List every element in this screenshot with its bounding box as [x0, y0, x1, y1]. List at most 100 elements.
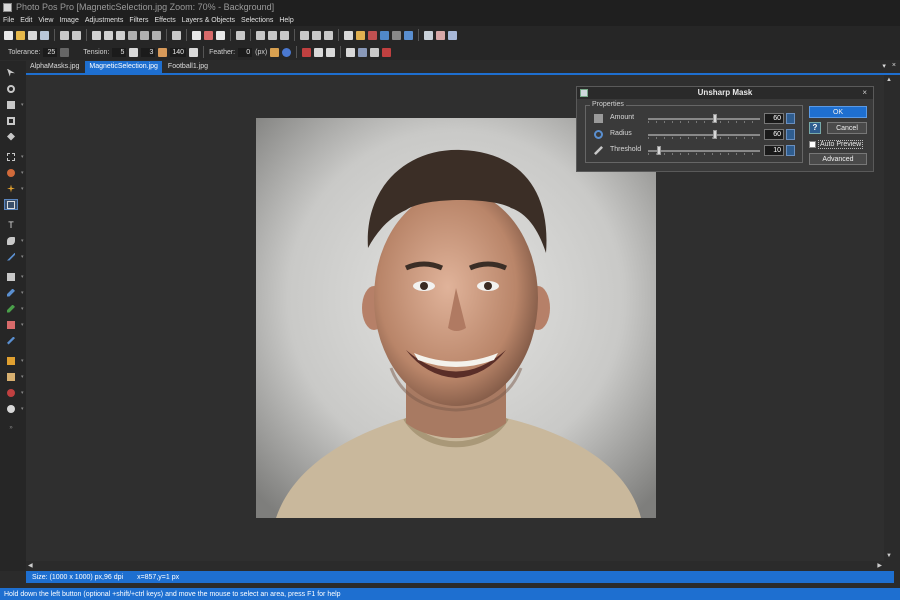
vertical-scrollbar[interactable]: ▲ ▼	[884, 75, 894, 561]
radius-spinner[interactable]	[786, 129, 795, 140]
fill-tool[interactable]: ▾	[4, 271, 24, 282]
width-input[interactable]: 3	[141, 47, 156, 57]
ok-button[interactable]: OK	[809, 106, 867, 118]
color-balance-icon[interactable]	[356, 30, 365, 40]
lasso-tool[interactable]: ▾	[4, 167, 24, 178]
tolerance-input[interactable]: 25	[43, 47, 58, 57]
close-icon[interactable]: ×	[862, 88, 867, 97]
tab-magneticselection[interactable]: MagneticSelection.jpg	[85, 61, 162, 73]
selection-layer-icon[interactable]	[358, 47, 368, 57]
sharpen-icon[interactable]	[300, 30, 309, 40]
frequency-icon[interactable]	[158, 47, 168, 57]
contrast-icon[interactable]	[344, 30, 353, 40]
image-frames-icon[interactable]	[448, 30, 457, 40]
brightness-icon[interactable]	[312, 30, 321, 40]
menu-selections[interactable]: Selections	[241, 17, 273, 24]
select-all-icon[interactable]	[192, 30, 201, 40]
selection-mode-icon[interactable]	[302, 47, 312, 57]
cut-icon[interactable]	[92, 30, 101, 40]
pencil-tool[interactable]: ▾	[4, 303, 24, 314]
brush-size-icon[interactable]	[129, 47, 139, 57]
menu-file[interactable]: File	[3, 17, 14, 24]
deselect-icon[interactable]	[204, 30, 213, 40]
horizontal-scrollbar[interactable]: ◀ ▶	[26, 561, 884, 571]
amount-slider-thumb[interactable]	[713, 114, 718, 123]
auto-preview-check-box[interactable]	[809, 141, 816, 148]
feather-preset-icon[interactable]	[270, 47, 280, 57]
drop-icon[interactable]	[392, 30, 401, 40]
dialog-title-bar[interactable]: Unsharp Mask ×	[577, 87, 873, 99]
help-button[interactable]: ?	[809, 122, 821, 134]
radius-input[interactable]: 60	[764, 129, 784, 140]
cancel-button[interactable]: Cancel	[827, 122, 867, 134]
image-effects-icon[interactable]	[436, 30, 445, 40]
amount-slider-track[interactable]	[648, 118, 760, 120]
pan-tool[interactable]: ▾	[4, 99, 24, 110]
radius-slider-thumb[interactable]	[713, 130, 718, 139]
menu-layers-objects[interactable]: Layers & Objects	[182, 17, 235, 24]
menu-image[interactable]: Image	[59, 17, 78, 24]
menu-filters[interactable]: Filters	[129, 17, 148, 24]
rotate-icon[interactable]	[280, 30, 289, 40]
tolerance-slider-icon[interactable]	[60, 47, 70, 57]
levels-icon[interactable]	[256, 30, 265, 40]
edge-contrast-icon[interactable]	[189, 47, 199, 57]
brush-tool[interactable]: ▾	[4, 287, 24, 298]
selection-shape-icon[interactable]	[346, 47, 356, 57]
eyedropper-tool[interactable]	[4, 335, 18, 346]
threshold-slider-track[interactable]	[648, 150, 760, 152]
rect-select-tool[interactable]: ▾	[4, 151, 24, 162]
selection-mask-icon[interactable]	[370, 47, 380, 57]
crop-icon[interactable]	[172, 30, 181, 40]
save-icon[interactable]	[28, 30, 37, 40]
red-eye-tool[interactable]: ▾	[4, 387, 24, 398]
copy-merged-icon[interactable]	[128, 30, 137, 40]
shape-tool[interactable]: ▾	[4, 235, 24, 246]
selection-intersect-icon[interactable]	[326, 47, 336, 57]
zoom-tool[interactable]	[4, 83, 18, 94]
advanced-button[interactable]: Advanced	[809, 153, 867, 165]
scroll-down-icon[interactable]: ▼	[886, 553, 892, 559]
menu-view[interactable]: View	[38, 17, 53, 24]
close-tab-icon[interactable]: ×	[892, 62, 896, 70]
dodge-tool[interactable]: ▾	[4, 403, 24, 414]
feather-input[interactable]: 0	[238, 47, 253, 57]
redo-icon[interactable]	[72, 30, 81, 40]
color-bars-icon[interactable]	[368, 30, 377, 40]
menu-effects[interactable]: Effects	[154, 17, 175, 24]
tab-football1[interactable]: Football1.jpg	[164, 61, 212, 73]
paste-icon[interactable]	[116, 30, 125, 40]
channels-icon[interactable]	[380, 30, 389, 40]
move-tool[interactable]	[4, 67, 18, 78]
amount-spinner[interactable]	[786, 113, 795, 124]
undo-icon[interactable]	[60, 30, 69, 40]
text-tool[interactable]: T	[4, 219, 18, 230]
tab-alphamasks[interactable]: AlphaMasks.jpg	[26, 61, 83, 73]
selection-add-icon[interactable]	[314, 47, 324, 57]
invert-selection-icon[interactable]	[216, 30, 225, 40]
smudge-tool[interactable]: ▾	[4, 371, 24, 382]
amount-input[interactable]: 60	[764, 113, 784, 124]
cancel-selection-icon[interactable]	[382, 47, 392, 57]
crop-tool[interactable]	[4, 115, 18, 126]
hue-icon[interactable]	[324, 30, 333, 40]
copy-icon[interactable]	[104, 30, 113, 40]
menu-adjustments[interactable]: Adjustments	[85, 17, 124, 24]
menu-edit[interactable]: Edit	[20, 17, 32, 24]
scroll-left-icon[interactable]: ◀	[28, 562, 33, 569]
tab-list-icon[interactable]: ▾	[882, 62, 886, 70]
radius-slider-track[interactable]	[648, 134, 760, 136]
stamp-tool[interactable]: ▾	[4, 355, 24, 366]
curves-icon[interactable]	[268, 30, 277, 40]
line-tool[interactable]: ▾	[4, 251, 24, 262]
threshold-slider-thumb[interactable]	[657, 146, 662, 155]
save-all-icon[interactable]	[40, 30, 49, 40]
magic-wand-tool[interactable]: ▾	[4, 183, 24, 194]
menu-help[interactable]: Help	[279, 17, 293, 24]
scroll-right-icon[interactable]: ▶	[877, 562, 882, 569]
threshold-input[interactable]: 10	[764, 145, 784, 156]
edge-input[interactable]: 140	[170, 47, 187, 57]
water-drop-icon[interactable]	[404, 30, 413, 40]
magnetic-selection-tool[interactable]	[4, 199, 18, 210]
tension-input[interactable]: 5	[112, 47, 127, 57]
